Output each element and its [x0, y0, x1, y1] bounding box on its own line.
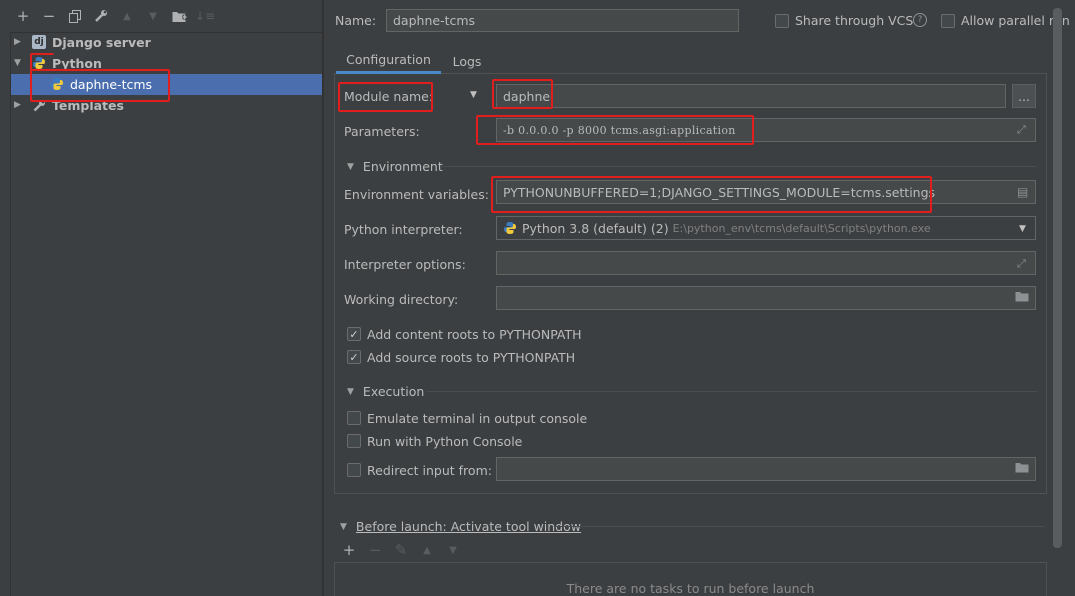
target-type-dropdown-icon[interactable]: ▼	[470, 90, 477, 100]
empty-tasks-text: There are no tasks to run before launch	[566, 581, 815, 596]
interpreter-select[interactable]: Python 3.8 (default) (2) E:\python_env\t…	[496, 216, 1036, 240]
edit-task-icon[interactable]: ✎	[392, 541, 410, 559]
redirect-input-label: Redirect input from:	[367, 463, 492, 478]
working-dir-label: Working directory:	[344, 292, 459, 307]
expand-field-icon[interactable]: ⤢	[1017, 257, 1026, 271]
remove-icon[interactable]: −	[40, 7, 58, 25]
annotation-box-python-partial	[30, 53, 54, 70]
interp-options-input[interactable]	[496, 251, 1036, 275]
module-browse-button[interactable]: ...	[1012, 84, 1036, 108]
folder-icon[interactable]	[1015, 462, 1029, 476]
section-divider	[427, 391, 1037, 392]
section-divider	[555, 526, 1045, 527]
env-vars-label: Environment variables:	[344, 187, 489, 202]
share-vcs-checkbox[interactable]	[775, 14, 789, 28]
redirect-input-field[interactable]	[496, 457, 1036, 481]
emulate-terminal-label: Emulate terminal in output console	[367, 411, 588, 426]
config-tree	[10, 32, 322, 596]
add-content-roots-label: Add content roots to PYTHONPATH	[367, 327, 582, 342]
tree-node-django-server[interactable]: ▶ dj Django server	[14, 32, 151, 52]
expand-field-icon[interactable]: ⤢	[1017, 123, 1026, 137]
copy-icon[interactable]	[66, 7, 84, 25]
parameters-label: Parameters:	[344, 124, 420, 139]
interpreter-path: E:\python_env\tcms\default\Scripts\pytho…	[672, 221, 931, 235]
execution-section-header[interactable]: ▼ Execution	[347, 384, 424, 399]
remove-task-icon[interactable]: −	[366, 541, 384, 559]
panel-splitter[interactable]	[322, 0, 324, 596]
new-folder-icon[interactable]	[170, 7, 188, 25]
collapse-arrow-icon: ▼	[340, 521, 347, 532]
add-source-roots-checkbox[interactable]: ✓	[347, 350, 361, 364]
move-up-icon[interactable]: ▲	[418, 541, 436, 559]
collapse-arrow-icon: ▼	[347, 161, 354, 172]
name-value: daphne-tcms	[393, 13, 476, 28]
sort-icon[interactable]: ↓≡	[195, 7, 215, 25]
run-python-console-label: Run with Python Console	[367, 434, 523, 449]
move-down-icon[interactable]: ▼	[144, 7, 162, 25]
move-down-icon[interactable]: ▼	[444, 541, 462, 559]
annotation-box-module-label	[338, 82, 433, 112]
expand-arrow-icon[interactable]: ▶	[14, 100, 24, 110]
run-config-tree-panel: + − ▲ ▼ ↓≡ ▶ dj Django server ▼ Python d…	[0, 0, 322, 596]
share-vcs-label: Share through VCS	[795, 13, 914, 28]
before-launch-task-list: There are no tasks to run before launch	[334, 562, 1047, 596]
annotation-box-parameters	[476, 115, 754, 145]
emulate-terminal-checkbox[interactable]	[347, 411, 361, 425]
chevron-down-icon[interactable]: ▼	[1019, 224, 1026, 234]
folder-icon[interactable]	[1015, 291, 1029, 306]
add-task-icon[interactable]: +	[340, 541, 358, 559]
python-icon	[503, 221, 517, 235]
module-name-input[interactable]: daphne	[496, 84, 1006, 108]
interpreter-name: Python 3.8 (default) (2)	[522, 220, 669, 236]
before-launch-header[interactable]: ▼ Before launch: Activate tool window	[340, 519, 581, 534]
working-dir-input[interactable]	[496, 286, 1036, 310]
expand-arrow-icon[interactable]: ▶	[14, 37, 24, 47]
edit-env-vars-icon[interactable]: ▤	[1017, 185, 1028, 199]
annotation-box-module-value	[492, 79, 553, 109]
tab-logs[interactable]: Logs	[447, 48, 487, 74]
tree-node-label: Django server	[52, 34, 151, 50]
run-python-console-checkbox[interactable]	[347, 434, 361, 448]
redirect-input-checkbox[interactable]	[347, 463, 361, 477]
collapse-arrow-icon: ▼	[347, 386, 354, 397]
interp-options-label: Interpreter options:	[344, 257, 466, 272]
allow-parallel-checkbox[interactable]	[941, 14, 955, 28]
environment-section-header[interactable]: ▼ Environment	[347, 159, 443, 174]
section-divider	[440, 166, 1037, 167]
name-label: Name:	[335, 13, 377, 28]
move-up-icon[interactable]: ▲	[118, 7, 136, 25]
collapse-arrow-icon[interactable]: ▼	[14, 58, 24, 68]
wrench-icon[interactable]	[92, 7, 110, 25]
add-source-roots-label: Add source roots to PYTHONPATH	[367, 350, 576, 365]
django-icon: dj	[32, 35, 46, 49]
vertical-scrollbar[interactable]	[1053, 8, 1062, 548]
interpreter-label: Python interpreter:	[344, 222, 463, 237]
add-content-roots-checkbox[interactable]: ✓	[347, 327, 361, 341]
add-icon[interactable]: +	[14, 7, 32, 25]
tree-toolbar: + − ▲ ▼ ↓≡	[0, 0, 322, 30]
name-input[interactable]: daphne-tcms	[386, 9, 739, 32]
tab-configuration[interactable]: Configuration	[336, 48, 441, 74]
help-icon[interactable]: ?	[913, 13, 927, 27]
annotation-box-env-vars	[491, 176, 932, 213]
annotation-box-daphne-tcms	[30, 69, 170, 102]
